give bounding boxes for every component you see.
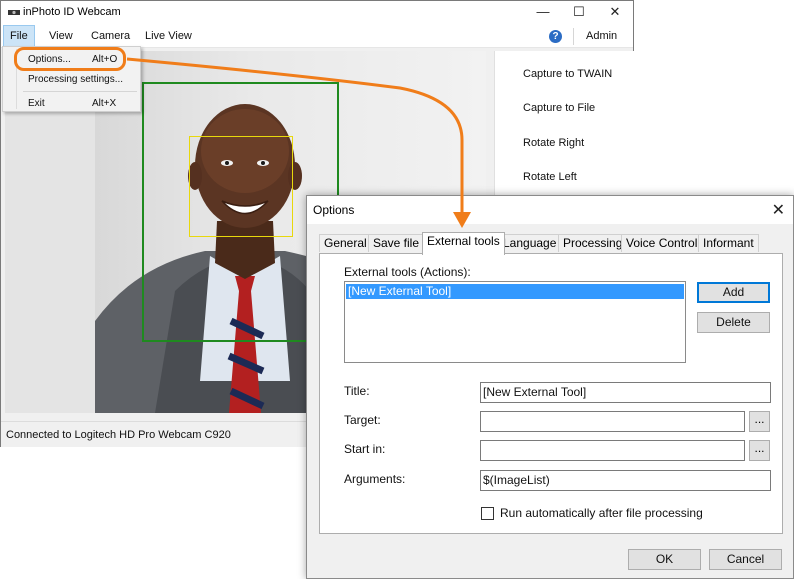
dialog-close-icon[interactable]: ✕ xyxy=(772,200,785,220)
options-dialog: Options ✕ General Save file External too… xyxy=(306,195,794,579)
close-button[interactable]: ✕ xyxy=(598,1,632,25)
rotate-left-button[interactable]: Rotate Left xyxy=(523,171,577,183)
minimize-button[interactable]: — xyxy=(526,1,560,25)
list-item[interactable]: [New External Tool] xyxy=(346,284,684,299)
start-in-field[interactable] xyxy=(480,440,745,461)
tab-external-tools[interactable]: External tools xyxy=(422,232,505,255)
menu-bar: File View Camera Live View ? Admin xyxy=(1,25,633,48)
menu-item-shortcut: Alt+X xyxy=(92,98,117,109)
options-highlight-ring xyxy=(14,47,126,71)
face-detection-box xyxy=(189,136,293,237)
window-title: inPhoto ID Webcam xyxy=(23,6,121,18)
tab-processing[interactable]: Processing xyxy=(558,234,628,252)
menu-item-label: Processing settings... xyxy=(28,74,124,85)
menu-view[interactable]: View xyxy=(43,25,79,47)
rotate-right-button[interactable]: Rotate Right xyxy=(523,137,584,149)
start-in-browse-button[interactable]: ... xyxy=(749,440,770,461)
tools-list-label: External tools (Actions): xyxy=(344,265,471,279)
tab-save-file[interactable]: Save file xyxy=(368,234,425,252)
menu-item-label: Exit xyxy=(28,98,45,109)
run-auto-checkbox[interactable] xyxy=(481,507,494,520)
tab-voice-control[interactable]: Voice Control xyxy=(621,234,703,252)
menu-separator xyxy=(573,28,574,45)
title-label: Title: xyxy=(344,384,370,398)
title-field[interactable]: [New External Tool] xyxy=(480,382,771,403)
menu-file[interactable]: File xyxy=(3,25,35,47)
menu-item-processing-settings[interactable]: Processing settings... xyxy=(3,71,140,89)
delete-button[interactable]: Delete xyxy=(697,312,770,333)
help-icon[interactable]: ? xyxy=(549,30,562,43)
dialog-title: Options xyxy=(313,203,355,217)
capture-to-twain-button[interactable]: Capture to TWAIN xyxy=(523,68,612,80)
add-button[interactable]: Add xyxy=(697,282,770,303)
target-field[interactable] xyxy=(480,411,745,432)
ok-button[interactable]: OK xyxy=(628,549,701,570)
start-in-label: Start in: xyxy=(344,442,386,456)
target-browse-button[interactable]: ... xyxy=(749,411,770,432)
target-label: Target: xyxy=(344,413,381,427)
arguments-label: Arguments: xyxy=(344,472,406,486)
camera-icon xyxy=(8,10,20,15)
capture-to-file-button[interactable]: Capture to File xyxy=(523,102,595,114)
tab-general[interactable]: General xyxy=(319,234,372,252)
external-tools-list[interactable]: [New External Tool] xyxy=(344,281,686,363)
menu-item-exit[interactable]: Exit Alt+X xyxy=(3,95,140,113)
external-tools-page: External tools (Actions): [New External … xyxy=(319,253,783,534)
menu-camera[interactable]: Camera xyxy=(85,25,136,47)
connection-status: Connected to Logitech HD Pro Webcam C920 xyxy=(6,429,231,441)
tab-informant[interactable]: Informant xyxy=(698,234,759,252)
dialog-title-bar: Options ✕ xyxy=(307,196,793,224)
title-bar: inPhoto ID Webcam — ☐ ✕ xyxy=(1,1,633,25)
menu-separator xyxy=(23,91,137,92)
arguments-field[interactable]: $(ImageList) xyxy=(480,470,771,491)
menu-live-view[interactable]: Live View xyxy=(139,25,198,47)
cancel-button[interactable]: Cancel xyxy=(709,549,782,570)
tab-language[interactable]: Language xyxy=(498,234,562,252)
maximize-button[interactable]: ☐ xyxy=(562,1,596,25)
menu-admin[interactable]: Admin xyxy=(580,25,623,47)
run-auto-label: Run automatically after file processing xyxy=(500,506,703,520)
